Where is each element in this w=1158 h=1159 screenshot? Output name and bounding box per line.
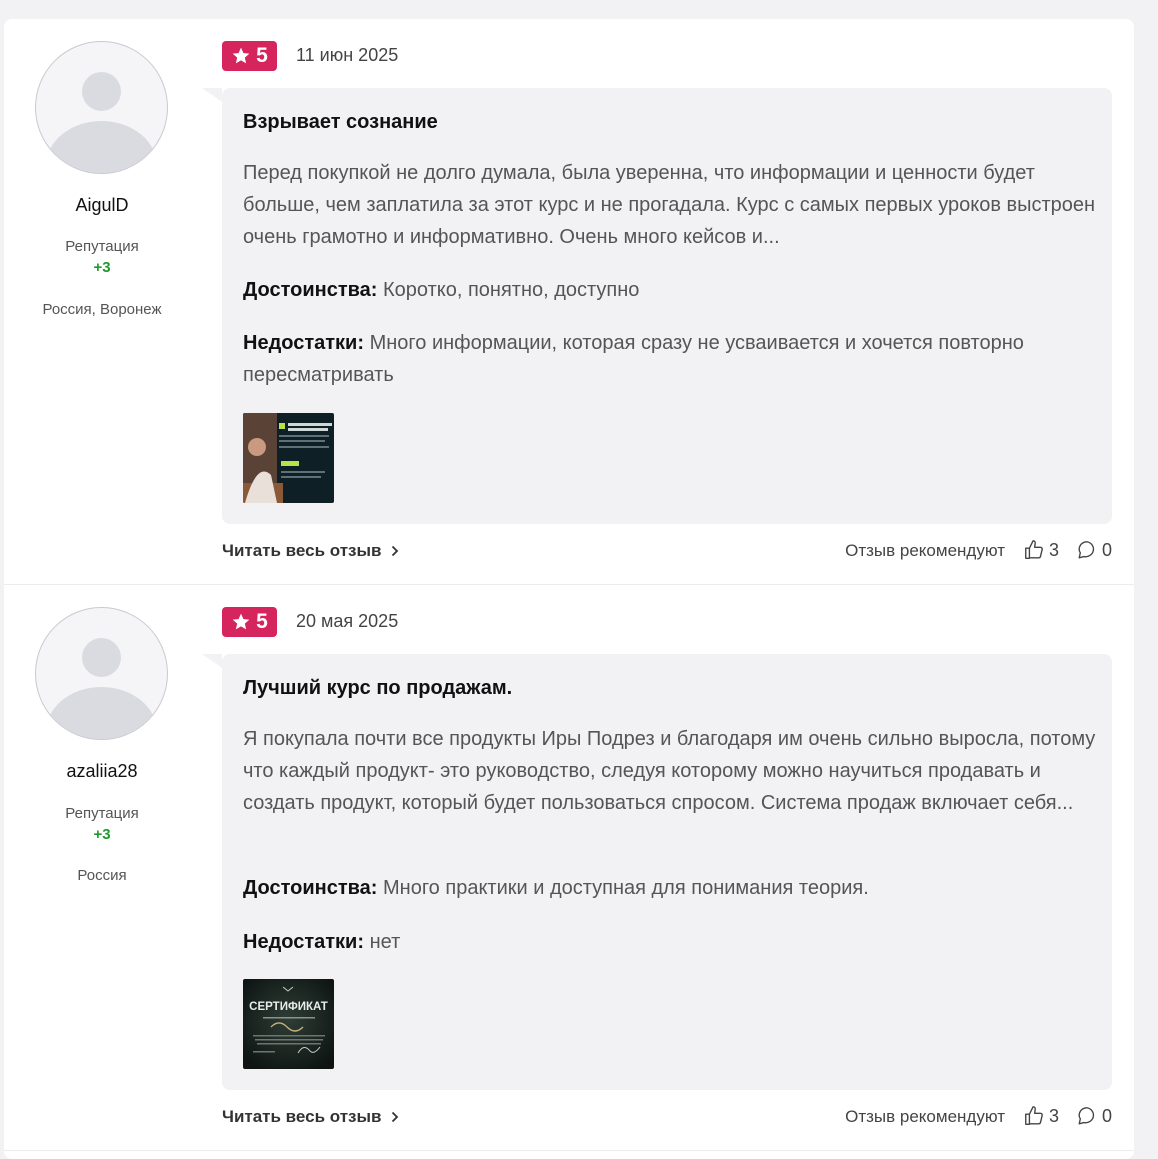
review-pros: Достоинства: Коротко, понятно, доступно <box>243 274 1103 306</box>
review-photo-thumbnail[interactable]: СЕРТИФИКАТ <box>243 979 334 1069</box>
like-button[interactable]: 3 <box>1023 1105 1059 1127</box>
cons-label: Недостатки: <box>243 931 365 953</box>
author-location: Россия <box>77 867 127 884</box>
review-body: Взрывает сознание Перед покупкой не долг… <box>202 88 1112 524</box>
certificate-heading: СЕРТИФИКАТ <box>249 1001 328 1013</box>
reputation-value: +3 <box>93 826 111 843</box>
review-footer: Читать весь отзыв Отзыв рекомендуют 3 0 <box>222 1103 1112 1133</box>
review-title[interactable]: Лучший курс по продажам. <box>243 677 512 700</box>
avatar-body-shape <box>46 121 157 173</box>
chevron-right-icon <box>392 1111 399 1123</box>
chevron-right-icon <box>392 545 399 557</box>
star-icon <box>232 47 250 64</box>
avatar[interactable] <box>35 607 168 740</box>
review-footer: Читать весь отзыв Отзыв рекомендуют 3 0 <box>222 537 1112 567</box>
read-full-review-link[interactable]: Читать весь отзыв <box>222 1107 399 1127</box>
author-name[interactable]: AigulD <box>4 195 200 216</box>
pros-label: Достоинства: <box>243 877 378 899</box>
recommend-label: Отзыв рекомендуют <box>845 541 1005 560</box>
review-pros: Достоинства: Много практики и доступная … <box>243 872 1103 904</box>
comments-button[interactable]: 0 <box>1076 1105 1112 1127</box>
rating-badge: 5 <box>222 41 277 71</box>
review-date: 11 июн 2025 <box>296 45 399 65</box>
review-text: Я покупала почти все продукты Иры Подрез… <box>243 728 1096 814</box>
comment-icon <box>1078 541 1095 559</box>
pros-label: Достоинства: <box>243 279 378 301</box>
read-more-label: Читать весь отзыв <box>222 1107 382 1126</box>
avatar[interactable] <box>35 41 168 174</box>
review-photo-thumbnail[interactable] <box>243 413 334 503</box>
comment-icon <box>1078 1107 1095 1125</box>
rating-value: 5 <box>256 610 268 633</box>
reputation-label: Репутация <box>65 238 139 255</box>
read-full-review-link[interactable]: Читать весь отзыв <box>222 541 399 561</box>
pros-text: Много практики и доступная для понимания… <box>383 877 869 899</box>
reputation-value: +3 <box>93 259 111 276</box>
thumbs-up-icon <box>1025 540 1043 559</box>
review-body: Лучший курс по продажам. Я покупала почт… <box>202 654 1112 1090</box>
reputation-label: Репутация <box>65 805 139 822</box>
review-cons: Недостатки: нет <box>243 926 1103 958</box>
comment-count: 0 <box>1101 1105 1112 1126</box>
read-more-label: Читать весь отзыв <box>222 541 382 560</box>
rating-badge: 5 <box>222 607 277 637</box>
pros-text: Коротко, понятно, доступно <box>383 279 640 301</box>
thumbs-up-icon <box>1025 1106 1043 1125</box>
like-count: 3 <box>1048 1105 1059 1126</box>
avatar-head-shape <box>82 72 121 111</box>
author-name[interactable]: azaliia28 <box>4 761 200 782</box>
like-count: 3 <box>1048 539 1059 560</box>
cons-text: нет <box>369 931 401 953</box>
review-item: azaliia28 Репутация +3 Россия 5 20 мая 2… <box>4 585 1134 1151</box>
review-title[interactable]: Взрывает сознание <box>243 111 438 134</box>
star-icon <box>232 613 250 630</box>
recommend-label: Отзыв рекомендуют <box>845 1107 1005 1126</box>
comments-button[interactable]: 0 <box>1076 539 1112 561</box>
reviews-card: AigulD Репутация +3 Россия, Воронеж 5 11… <box>4 19 1134 1159</box>
photo-thumbnail-graphic: СЕРТИФИКАТ <box>243 979 334 1069</box>
rating-value: 5 <box>256 44 268 67</box>
author-location: Россия, Воронеж <box>42 301 162 318</box>
review-text: Перед покупкой не долго думала, была уве… <box>243 162 1096 248</box>
review-cons: Недостатки: Много информации, которая ср… <box>243 327 1103 391</box>
like-button[interactable]: 3 <box>1023 539 1059 561</box>
review-item: AigulD Репутация +3 Россия, Воронеж 5 11… <box>4 19 1134 585</box>
comment-count: 0 <box>1101 539 1112 560</box>
cons-label: Недостатки: <box>243 332 365 354</box>
review-date: 20 мая 2025 <box>296 611 399 631</box>
avatar-body-shape <box>46 687 157 739</box>
avatar-head-shape <box>82 638 121 677</box>
photo-thumbnail-graphic <box>243 413 334 503</box>
